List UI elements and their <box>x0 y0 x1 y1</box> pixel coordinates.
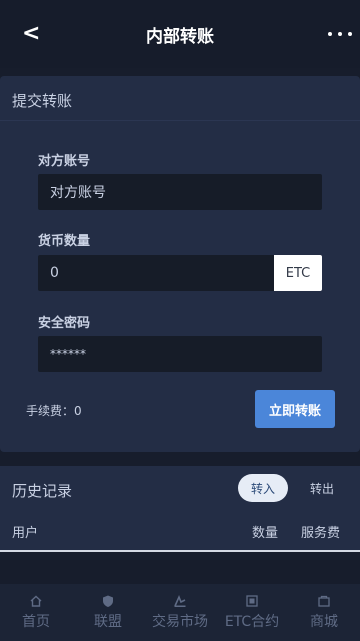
tabbar-item-contract[interactable]: ETC合约 <box>216 584 288 641</box>
tabbar-item-home[interactable]: 首页 <box>0 584 72 641</box>
page-title: 内部转账 <box>146 26 214 47</box>
tabbar-label: ETC合约 <box>224 614 280 630</box>
divider <box>0 120 360 121</box>
fee-text: 手续费：0 <box>26 402 82 419</box>
tabbar-label: 首页 <box>22 614 50 630</box>
form-section-title: 提交转账 <box>12 92 73 110</box>
home-icon <box>30 595 42 607</box>
tabbar-label: 商城 <box>310 614 338 630</box>
history-title: 历史记录 <box>12 482 73 500</box>
column-header-amount: 数量 <box>252 526 279 541</box>
account-input-placeholder: 对方账号 <box>50 185 106 201</box>
tab-transfer-out[interactable]: 转出 <box>297 474 347 502</box>
amount-input[interactable]: 0 ETC <box>38 255 322 291</box>
tabbar-label: 交易市场 <box>152 614 208 630</box>
column-header-user: 用户 <box>12 526 39 541</box>
password-label: 安全密码 <box>38 316 91 331</box>
back-button[interactable]: < <box>22 20 42 48</box>
header-bar: < 内部转账 <box>0 0 360 68</box>
shop-icon <box>318 595 330 607</box>
account-label: 对方账号 <box>38 154 91 169</box>
contract-icon <box>246 595 258 607</box>
account-input[interactable]: 对方账号 <box>38 174 322 210</box>
divider <box>0 550 360 552</box>
tabbar-item-shop[interactable]: 商城 <box>288 584 360 641</box>
amount-value: 0 <box>50 265 59 281</box>
tabbar-label: 联盟 <box>94 614 122 630</box>
shield-icon <box>103 595 113 607</box>
history-section: 历史记录 转入 转出 用户 数量 服务费 <box>0 466 360 552</box>
amount-label: 货币数量 <box>38 234 91 249</box>
submit-transfer-button[interactable]: 立即转账 <box>255 390 335 428</box>
tabbar-item-market[interactable]: 交易市场 <box>144 584 216 641</box>
tabbar-item-alliance[interactable]: 联盟 <box>72 584 144 641</box>
column-header-fee: 服务费 <box>301 526 341 541</box>
currency-unit: ETC <box>274 255 322 291</box>
fee-value: 0 <box>74 404 82 418</box>
fee-label: 手续费： <box>26 404 75 418</box>
market-icon <box>174 594 186 607</box>
bottom-tab-bar: 首页 联盟 交易市场 ETC合约 商城 <box>0 584 360 641</box>
password-input[interactable]: ****** <box>38 336 322 372</box>
password-value: ****** <box>50 347 86 361</box>
more-icon[interactable] <box>328 22 352 46</box>
tab-transfer-in[interactable]: 转入 <box>238 474 288 502</box>
